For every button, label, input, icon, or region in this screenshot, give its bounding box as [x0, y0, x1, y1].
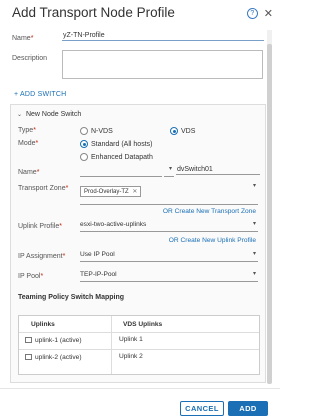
chevron-down-icon: ▾ — [252, 271, 256, 277]
create-uplink-profile-link[interactable]: OR Create New Uplink Profile — [169, 237, 256, 244]
type-option-vds[interactable]: VDS — [170, 127, 195, 135]
dialog-title: Add Transport Node Profile — [12, 5, 175, 20]
description-field[interactable] — [62, 50, 263, 79]
vds-uplink-select[interactable]: Uplink 2 — [119, 353, 249, 362]
ip-pool-label: IP Pool* — [18, 273, 44, 280]
header-divider — [19, 332, 259, 333]
switch-name-prefix-field[interactable] — [80, 166, 162, 177]
transport-zone-label: Transport Zone* — [18, 185, 69, 192]
add-switch-button[interactable]: + ADD SWITCH — [14, 91, 66, 98]
switch-name-label: Name* — [18, 169, 40, 176]
row-divider — [19, 349, 259, 350]
create-transport-zone-link[interactable]: OR Create New Transport Zone — [163, 208, 256, 215]
uplink-profile-label: Uplink Profile* — [18, 223, 62, 230]
type-option-nvds[interactable]: N-VDS — [80, 127, 113, 135]
mode-label: Mode* — [18, 140, 39, 147]
teaming-title: Teaming Policy Switch Mapping — [18, 294, 125, 301]
footer-divider — [0, 388, 280, 389]
chevron-down-icon[interactable]: ⌄ — [17, 112, 22, 118]
teaming-table: Uplinks VDS Uplinks uplink-1 (active) Up… — [18, 315, 260, 375]
mode-option-standard[interactable]: Standard (All hosts) — [80, 140, 152, 148]
table-row[interactable]: uplink-2 (active) — [25, 354, 82, 361]
vds-uplink-select[interactable]: Uplink 1 — [119, 336, 249, 345]
type-label: Type* — [18, 127, 36, 134]
chevron-down-icon: ▾ — [252, 183, 256, 189]
add-button[interactable]: ADD — [228, 401, 268, 416]
radio-icon[interactable] — [80, 127, 88, 135]
transport-zone-select[interactable]: Prod-Overlay-TZ ✕ ▾ — [80, 180, 258, 205]
remove-tag-icon[interactable]: ✕ — [132, 189, 137, 195]
column-header-uplinks: Uplinks — [31, 321, 55, 328]
cancel-button[interactable]: CANCEL — [180, 401, 224, 416]
header-icons: ? ✕ — [246, 7, 273, 20]
column-divider — [111, 316, 112, 374]
radio-icon[interactable] — [80, 153, 88, 161]
radio-selected-icon[interactable] — [80, 140, 88, 148]
table-row[interactable]: uplink-1 (active) — [25, 337, 82, 344]
close-icon[interactable]: ✕ — [264, 7, 273, 20]
ip-assignment-label: IP Assignment* — [18, 253, 66, 260]
radio-selected-icon[interactable] — [170, 127, 178, 135]
help-icon[interactable]: ? — [246, 8, 258, 19]
uplink-icon — [25, 354, 32, 361]
chevron-down-icon: ▾ — [252, 221, 256, 227]
column-header-vds-uplinks: VDS Uplinks — [123, 321, 163, 328]
name-field[interactable]: yZ-TN-Profile — [62, 32, 264, 41]
uplink-profile-select[interactable]: esxi-two-active-uplinks ▾ — [80, 221, 258, 232]
ip-assignment-select[interactable]: Use IP Pool ▾ — [80, 251, 258, 262]
chevron-down-icon: ▾ — [168, 166, 172, 172]
panel-header[interactable]: ⌄ New Node Switch — [17, 111, 81, 118]
description-label: Description — [12, 55, 48, 62]
name-label: Name* — [12, 35, 34, 42]
transport-zone-tag[interactable]: Prod-Overlay-TZ ✕ — [80, 186, 142, 197]
switch-name-field[interactable]: dvSwitch01 — [176, 166, 260, 175]
chevron-down-icon: ▾ — [252, 251, 256, 257]
uplink-icon — [25, 337, 32, 344]
mode-option-enhanced[interactable]: Enhanced Datapath — [80, 153, 153, 161]
scrollbar-thumb[interactable] — [267, 44, 272, 384]
switch-name-dropdown[interactable]: ▾ — [164, 166, 174, 177]
ip-pool-select[interactable]: TEP-IP-Pool ▾ — [80, 271, 258, 282]
